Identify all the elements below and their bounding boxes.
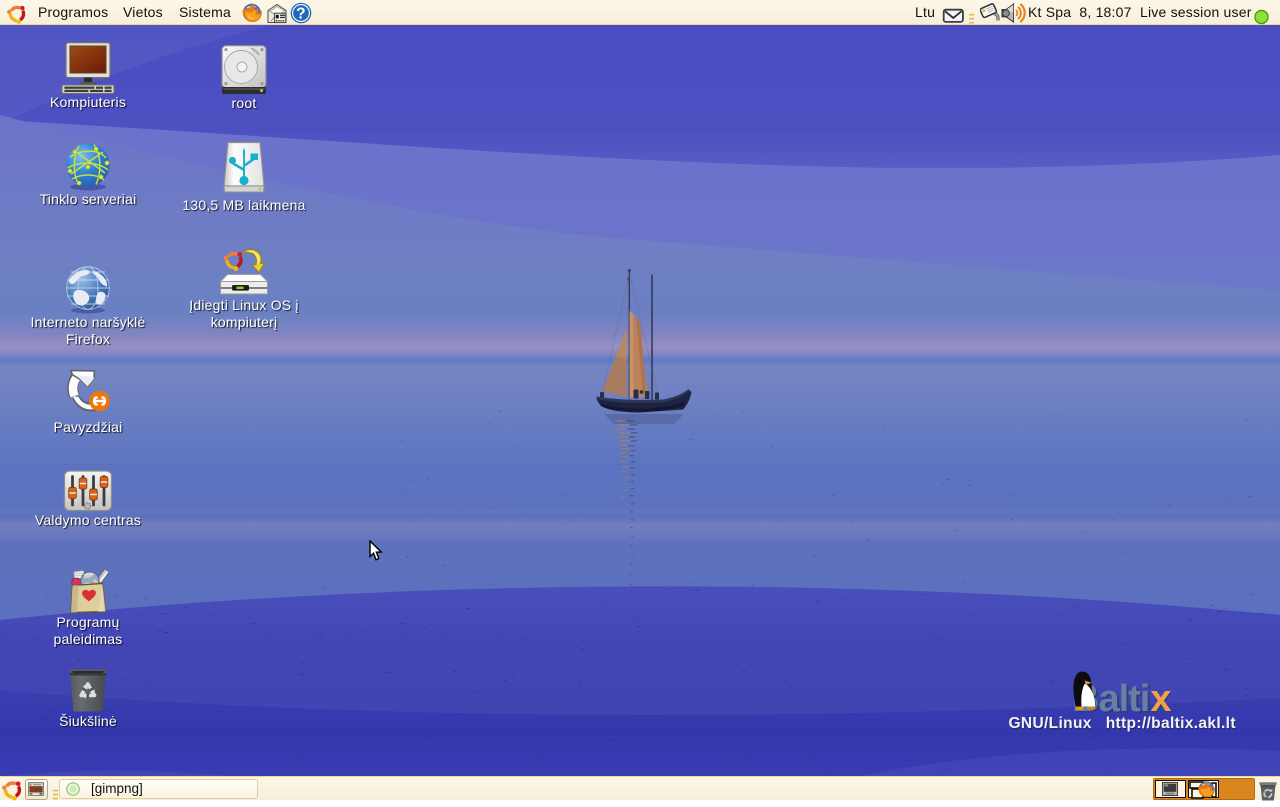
svg-text:GNU/Linux http://baltix.akl.: GNU/Linux http://baltix.akl.lt (1009, 715, 1236, 732)
svg-text:?: ? (296, 5, 306, 22)
